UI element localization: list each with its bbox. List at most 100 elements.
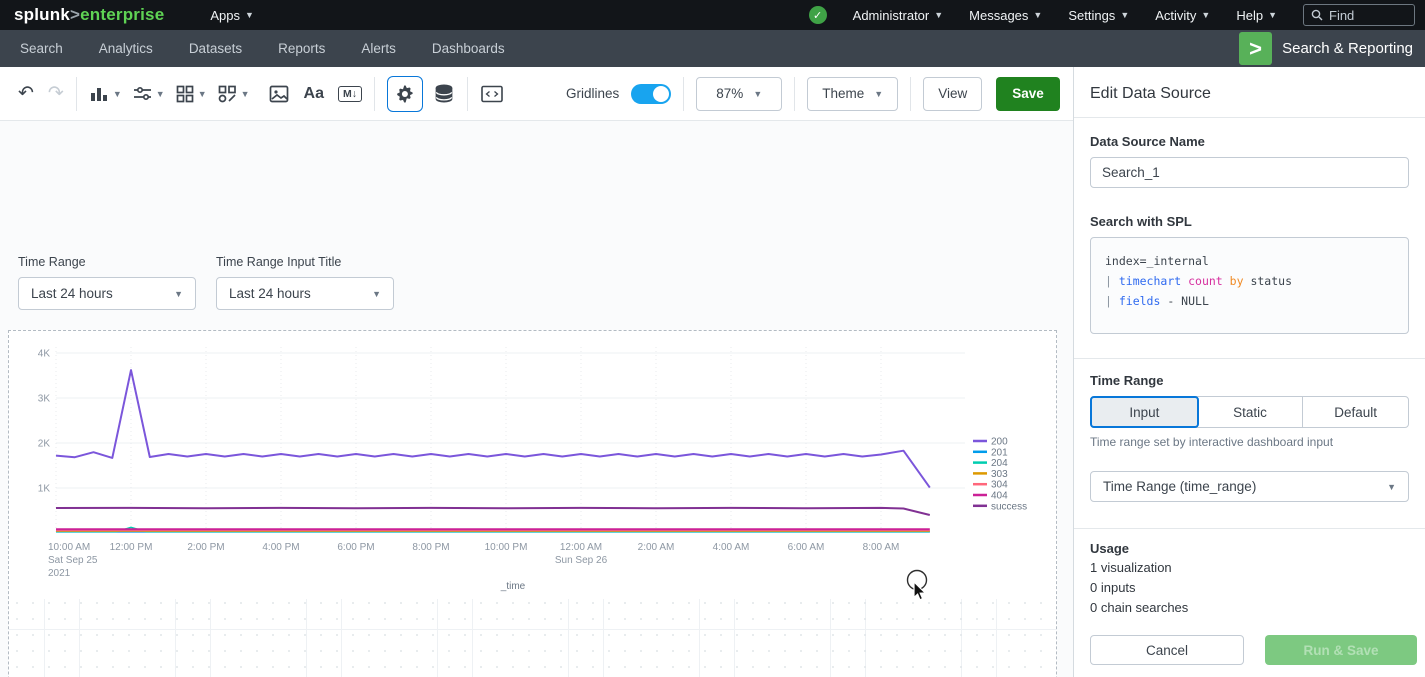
chevron-down-icon: ▼ (1201, 11, 1210, 20)
spl-token: | (1105, 294, 1119, 308)
chevron-down-icon: ▼ (156, 89, 165, 99)
usage-line: 1 visualization (1090, 558, 1409, 578)
legend-item-200[interactable]: 200 (973, 437, 1008, 448)
view-button[interactable]: View (923, 77, 982, 111)
appbar-item-search[interactable]: Search (20, 41, 63, 56)
x-axis-tick-label: 8:00 PM (412, 542, 449, 553)
layout-grid-button[interactable]: ▼ (175, 84, 207, 104)
topbar-menu-help[interactable]: Help▼ (1236, 8, 1277, 23)
usage-title: Usage (1090, 541, 1409, 556)
legend-label: 404 (991, 491, 1008, 502)
legend-label: 201 (991, 447, 1008, 458)
x-axis-tick-label: 6:00 AM (788, 542, 825, 553)
data-source-name-input[interactable] (1090, 157, 1409, 188)
topbar-menu-settings[interactable]: Settings▼ (1068, 8, 1129, 23)
save-button[interactable]: Save (996, 77, 1060, 111)
legend-item-204[interactable]: 204 (973, 458, 1008, 469)
canvas-input-dropdown[interactable]: Last 24 hours▼ (18, 277, 196, 310)
appbar-item-analytics[interactable]: Analytics (99, 41, 153, 56)
appbar-item-reports[interactable]: Reports (278, 41, 325, 56)
app-name: Search & Reporting (1282, 40, 1413, 57)
find-input[interactable] (1329, 8, 1399, 23)
selected-value: Last 24 hours (31, 286, 113, 301)
appbar-item-dashboards[interactable]: Dashboards (432, 41, 505, 56)
add-markdown-button[interactable]: M↓ (338, 86, 362, 102)
spl-editor[interactable]: index=_internal| timechart count by stat… (1090, 237, 1409, 334)
selected-value: Last 24 hours (229, 286, 311, 301)
chevron-down-icon: ▼ (874, 89, 883, 99)
health-check-icon[interactable]: ✓ (809, 6, 827, 24)
find-search-box[interactable] (1303, 4, 1415, 26)
legend-item-404[interactable]: 404 (973, 491, 1008, 502)
apps-menu[interactable]: Apps▼ (210, 8, 254, 23)
spl-token: count (1188, 274, 1223, 288)
spl-token: timechart (1119, 274, 1181, 288)
legend-item-304[interactable]: 304 (973, 480, 1008, 491)
theme-dropdown[interactable]: Theme▼ (807, 77, 898, 111)
undo-icon[interactable]: ↶ (18, 82, 34, 105)
legend-item-201[interactable]: 201 (973, 447, 1008, 458)
canvas-grid (9, 595, 1056, 677)
divider (1074, 358, 1425, 359)
run-save-button[interactable]: Run & Save (1265, 635, 1417, 665)
canvas-input-0: Time Range Last 24 hours▼ (18, 255, 196, 310)
add-input-button[interactable]: ▼ (132, 84, 165, 104)
time-range-tab-static[interactable]: Static (1198, 397, 1304, 427)
search-reporting-logo[interactable]: > (1239, 32, 1272, 65)
zoom-level-dropdown[interactable]: 87%▼ (696, 77, 782, 111)
toolbar-divider (76, 77, 77, 111)
toolbar-divider (683, 77, 684, 111)
cancel-button[interactable]: Cancel (1090, 635, 1244, 665)
time-range-input-dropdown[interactable]: Time Range (time_range)▼ (1090, 471, 1409, 502)
line-chart-widget[interactable]: 1K2K3K4K10:00 AMSat Sep 25202112:00 PM2:… (13, 337, 1053, 599)
menu-label: Administrator (853, 8, 930, 23)
menu-label: Activity (1155, 8, 1196, 23)
menu-label: Settings (1068, 8, 1115, 23)
timechart-visualization[interactable]: 1K2K3K4K10:00 AMSat Sep 25202112:00 PM2:… (13, 337, 1053, 599)
gridlines-label: Gridlines (566, 86, 619, 101)
appbar-item-datasets[interactable]: Datasets (189, 41, 242, 56)
topbar-menu-administrator[interactable]: Administrator▼ (853, 8, 944, 23)
source-code-button[interactable] (480, 84, 504, 104)
x-axis-tick-label: Sun Sep 26 (555, 555, 608, 566)
chevron-down-icon: ▼ (198, 89, 207, 99)
chevron-down-icon: ▼ (245, 11, 254, 20)
x-axis-tick-label: 8:00 AM (863, 542, 900, 553)
time-range-tab-default[interactable]: Default (1303, 397, 1408, 427)
gridlines-toggle[interactable] (631, 84, 671, 104)
canvas-input-label: Time Range (18, 255, 196, 269)
data-sources-button[interactable] (433, 83, 455, 105)
configuration-panel-toggle[interactable] (387, 76, 423, 112)
dashboard-selected-canvas[interactable]: 1K2K3K4K10:00 AMSat Sep 25202112:00 PM2:… (8, 330, 1057, 677)
toolbar-divider (374, 77, 375, 111)
data-source-name-label: Data Source Name (1090, 134, 1409, 149)
add-image-button[interactable] (268, 84, 290, 104)
legend-item-303[interactable]: 303 (973, 469, 1008, 480)
series-line-200[interactable] (56, 370, 930, 488)
splunk-logo[interactable]: splunk>enterprise (14, 5, 164, 25)
add-shape-button[interactable]: ▼ (217, 84, 250, 104)
canvas-input-dropdown[interactable]: Last 24 hours▼ (216, 277, 394, 310)
divider (1074, 117, 1425, 118)
redo-icon[interactable]: ↷ (48, 82, 64, 105)
legend-label: 200 (991, 437, 1008, 448)
legend-label: 204 (991, 458, 1008, 469)
topbar-menu-activity[interactable]: Activity ▼ (1155, 8, 1210, 23)
time-range-label: Time Range (1090, 373, 1409, 388)
x-axis-tick-label: 10:00 AM (48, 542, 90, 553)
menu-label: Help (1236, 8, 1263, 23)
spl-token: index=_internal (1105, 254, 1209, 268)
dashboard-canvas-area: Time RangeLast 24 hours▼Time Range Input… (0, 122, 1073, 677)
appbar-item-alerts[interactable]: Alerts (361, 41, 396, 56)
chevron-down-icon: ▼ (1387, 482, 1396, 492)
add-text-button[interactable]: Aa (304, 85, 324, 103)
legend-item-success[interactable]: success (973, 501, 1027, 512)
topbar-menu-messages[interactable]: Messages▼ (969, 8, 1042, 23)
x-axis-title: _time (500, 581, 526, 592)
spl-token: by (1230, 274, 1244, 288)
add-chart-button[interactable]: ▼ (89, 84, 122, 104)
series-line-success[interactable] (56, 508, 930, 515)
time-range-tab-input[interactable]: Input (1090, 396, 1199, 428)
toolbar-divider (794, 77, 795, 111)
app-nav-bar: Search Analytics Datasets Reports Alerts Dash… (0, 30, 1425, 67)
